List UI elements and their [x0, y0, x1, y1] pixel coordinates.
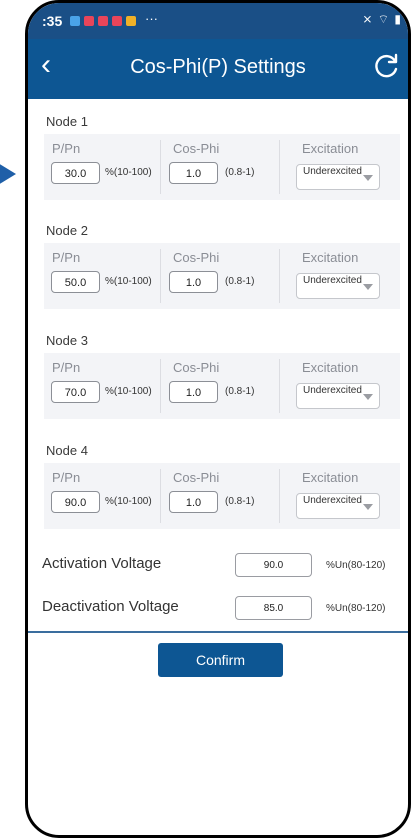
activation-voltage-label: Activation Voltage — [42, 555, 162, 572]
column-divider — [279, 469, 280, 523]
node-panel: P/Pn 50.0 %(10-100) Cos-Phi 1.0 (0.8-1) … — [44, 243, 400, 309]
dropdown-caret-icon — [363, 504, 373, 510]
cos-phi-input[interactable]: 1.0 — [169, 162, 218, 184]
p-pn-label: P/Pn — [52, 250, 81, 265]
cos-phi-range: (0.8-1) — [225, 496, 255, 507]
excitation-select[interactable]: Underexcited — [296, 273, 380, 299]
system-status-icons: ⨯ ⌔ ▮ — [362, 12, 402, 26]
column-divider — [160, 140, 161, 194]
excitation-select[interactable]: Underexcited — [296, 493, 380, 519]
node-title: Node 3 — [46, 333, 88, 348]
node-title: Node 2 — [46, 223, 88, 238]
status-bar: :35 ··· ⨯ ⌔ ▮ — [28, 3, 408, 39]
excitation-label: Excitation — [302, 470, 359, 485]
excitation-value: Underexcited — [303, 495, 362, 506]
notification-icon — [126, 16, 136, 26]
excitation-label: Excitation — [302, 141, 359, 156]
excitation-value: Underexcited — [303, 385, 362, 396]
column-divider — [160, 249, 161, 303]
p-pn-range: %(10-100) — [105, 276, 152, 287]
phone-frame: :35 ··· ⨯ ⌔ ▮ ‹ Cos-Phi(P) Settings Node… — [25, 0, 411, 838]
deactivation-voltage-range: %Un(80-120) — [326, 603, 386, 614]
confirm-button[interactable]: Confirm — [158, 643, 283, 677]
notification-icon — [112, 16, 122, 26]
cos-phi-label: Cos-Phi — [173, 141, 220, 156]
p-pn-range: %(10-100) — [105, 386, 152, 397]
cos-phi-range: (0.8-1) — [225, 386, 255, 397]
refresh-icon[interactable] — [371, 52, 401, 82]
page-title: Cos-Phi(P) Settings — [130, 56, 306, 78]
column-divider — [160, 359, 161, 413]
deactivation-voltage-label: Deactivation Voltage — [42, 598, 179, 615]
column-divider — [279, 359, 280, 413]
excitation-label: Excitation — [302, 250, 359, 265]
column-divider — [279, 249, 280, 303]
status-time: :35 — [42, 13, 63, 29]
more-notifications: ··· — [145, 11, 158, 26]
p-pn-input[interactable]: 30.0 — [51, 162, 100, 184]
cos-phi-range: (0.8-1) — [225, 167, 255, 178]
activation-voltage-range: %Un(80-120) — [326, 560, 386, 571]
excitation-select[interactable]: Underexcited — [296, 383, 380, 409]
p-pn-input[interactable]: 90.0 — [51, 491, 100, 513]
node-panel: P/Pn 30.0 %(10-100) Cos-Phi 1.0 (0.8-1) … — [44, 134, 400, 200]
p-pn-label: P/Pn — [52, 470, 81, 485]
node-panel: P/Pn 70.0 %(10-100) Cos-Phi 1.0 (0.8-1) … — [44, 353, 400, 419]
notification-icon — [70, 16, 80, 26]
dropdown-caret-icon — [363, 394, 373, 400]
p-pn-label: P/Pn — [52, 141, 81, 156]
column-divider — [279, 140, 280, 194]
p-pn-range: %(10-100) — [105, 167, 152, 178]
cos-phi-label: Cos-Phi — [173, 360, 220, 375]
p-pn-label: P/Pn — [52, 360, 81, 375]
node-panel: P/Pn 90.0 %(10-100) Cos-Phi 1.0 (0.8-1) … — [44, 463, 400, 529]
excitation-value: Underexcited — [303, 275, 362, 286]
p-pn-range: %(10-100) — [105, 496, 152, 507]
settings-content: Node 1 P/Pn 30.0 %(10-100) Cos-Phi 1.0 (… — [28, 99, 408, 633]
cos-phi-input[interactable]: 1.0 — [169, 381, 218, 403]
deactivation-voltage-input[interactable]: 85.0 — [235, 596, 312, 620]
cos-phi-input[interactable]: 1.0 — [169, 491, 218, 513]
excitation-label: Excitation — [302, 360, 359, 375]
excitation-select[interactable]: Underexcited — [296, 164, 380, 190]
dropdown-caret-icon — [363, 284, 373, 290]
pointer-arrow-icon — [0, 163, 16, 185]
cos-phi-input[interactable]: 1.0 — [169, 271, 218, 293]
dropdown-caret-icon — [363, 175, 373, 181]
node-title: Node 1 — [46, 114, 88, 129]
node-title: Node 4 — [46, 443, 88, 458]
cos-phi-label: Cos-Phi — [173, 250, 220, 265]
p-pn-input[interactable]: 50.0 — [51, 271, 100, 293]
activation-voltage-input[interactable]: 90.0 — [235, 553, 312, 577]
column-divider — [160, 469, 161, 523]
cos-phi-label: Cos-Phi — [173, 470, 220, 485]
p-pn-input[interactable]: 70.0 — [51, 381, 100, 403]
notification-icon — [98, 16, 108, 26]
notification-icon — [84, 16, 94, 26]
app-bar: ‹ Cos-Phi(P) Settings — [28, 39, 408, 99]
cos-phi-range: (0.8-1) — [225, 276, 255, 287]
excitation-value: Underexcited — [303, 166, 362, 177]
